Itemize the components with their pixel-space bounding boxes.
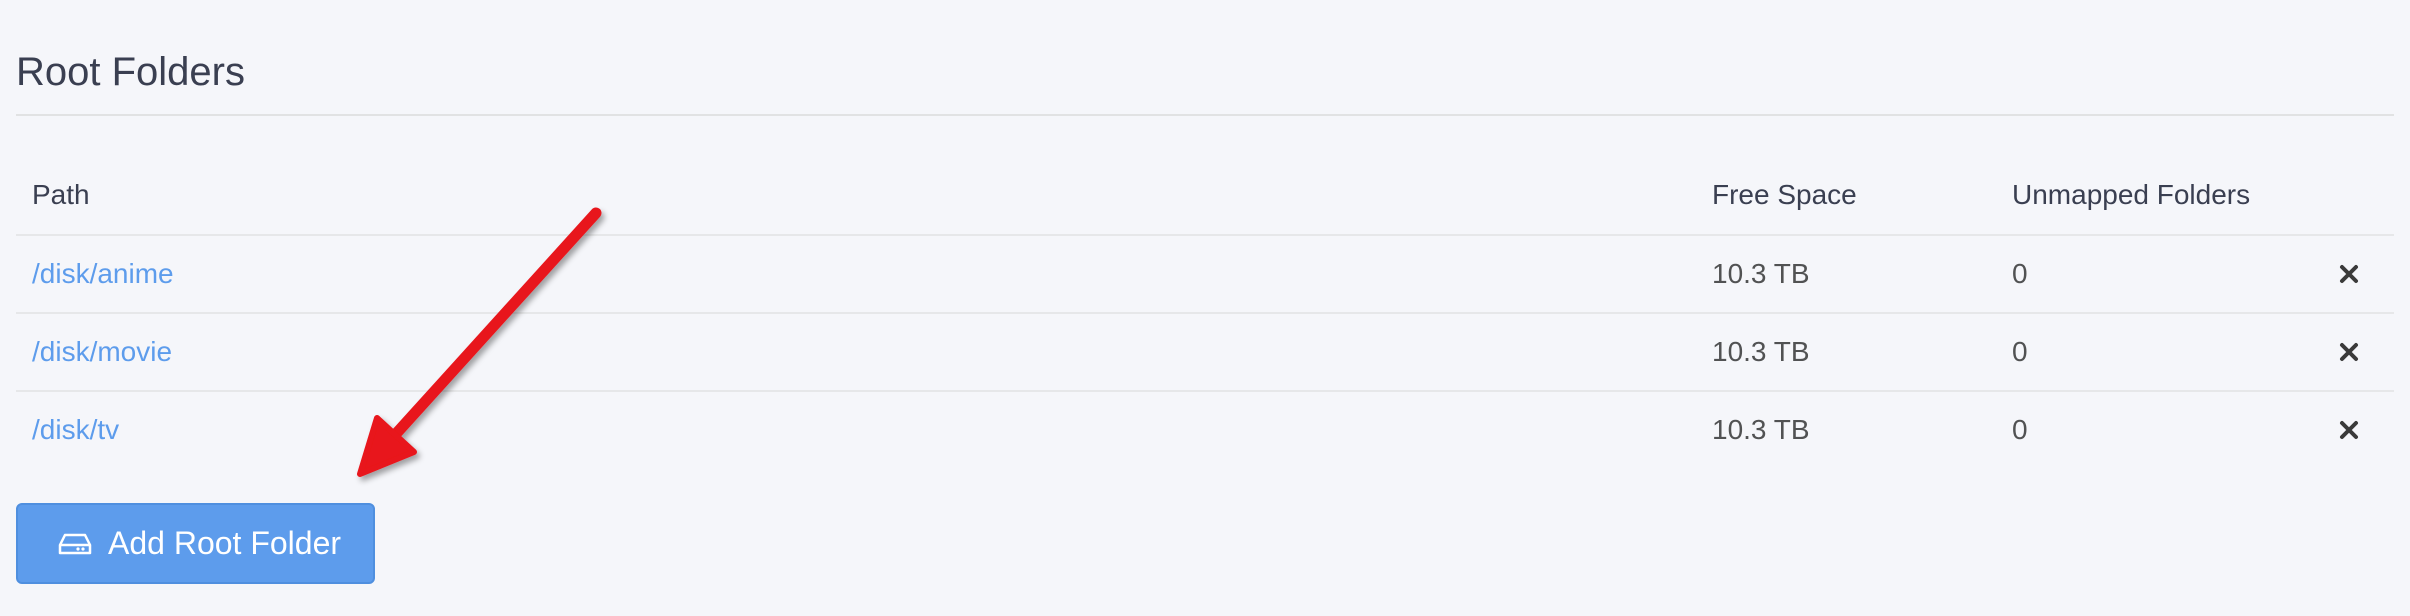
section-divider bbox=[16, 114, 2394, 116]
actions-cell bbox=[2314, 312, 2394, 391]
column-header-unmapped-folders: Unmapped Folders bbox=[2012, 179, 2251, 210]
table-row: /disk/anime 10.3 TB 0 bbox=[16, 234, 2394, 313]
unmapped-folders-cell: 0 bbox=[1996, 312, 2314, 391]
column-header-path: Path bbox=[32, 179, 90, 210]
column-header-actions bbox=[2314, 156, 2394, 235]
path-cell: /disk/anime bbox=[16, 234, 1696, 313]
free-space-cell: 10.3 TB bbox=[1696, 390, 1996, 468]
root-folder-path-link[interactable]: /disk/movie bbox=[32, 336, 172, 367]
table-header-row: Path Free Space Unmapped Folders bbox=[16, 156, 2394, 235]
free-space-cell: 10.3 TB bbox=[1696, 234, 1996, 313]
add-root-folder-button[interactable]: Add Root Folder bbox=[16, 503, 375, 584]
actions-cell bbox=[2314, 234, 2394, 313]
hard-drive-icon bbox=[58, 532, 92, 556]
root-folder-path-link[interactable]: /disk/anime bbox=[32, 258, 174, 289]
close-icon[interactable] bbox=[2334, 337, 2364, 367]
close-icon[interactable] bbox=[2334, 259, 2364, 289]
column-header-free-space: Free Space bbox=[1712, 179, 1857, 210]
root-folders-page: Root Folders Path Free Space Unmapped Fo… bbox=[0, 0, 2410, 616]
section-title: Root Folders bbox=[16, 50, 245, 94]
unmapped-folders-cell: 0 bbox=[1996, 390, 2314, 468]
actions-cell bbox=[2314, 390, 2394, 468]
root-folders-table: Path Free Space Unmapped Folders /disk/a… bbox=[16, 156, 2394, 468]
add-root-folder-label: Add Root Folder bbox=[108, 525, 342, 561]
free-space-cell: 10.3 TB bbox=[1696, 312, 1996, 391]
table-row: /disk/tv 10.3 TB 0 bbox=[16, 390, 2394, 468]
unmapped-folders-cell: 0 bbox=[1996, 234, 2314, 313]
path-cell: /disk/tv bbox=[16, 390, 1696, 468]
path-cell: /disk/movie bbox=[16, 312, 1696, 391]
table-row: /disk/movie 10.3 TB 0 bbox=[16, 312, 2394, 391]
close-icon[interactable] bbox=[2334, 415, 2364, 445]
root-folder-path-link[interactable]: /disk/tv bbox=[32, 414, 119, 445]
